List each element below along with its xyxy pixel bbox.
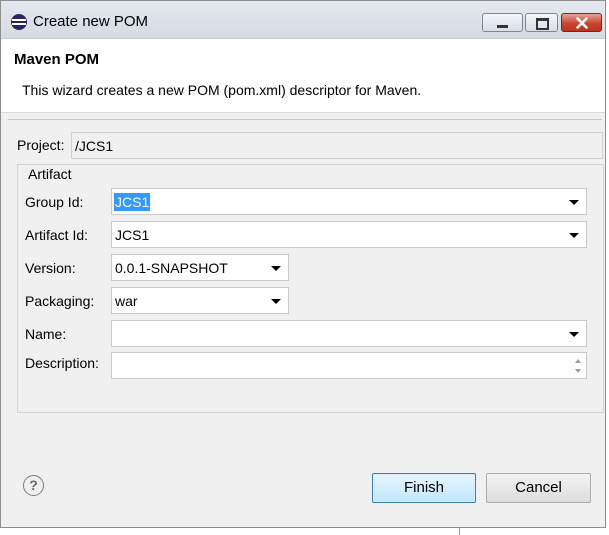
version-label: Version: xyxy=(25,260,76,276)
chevron-down-icon[interactable] xyxy=(569,200,579,205)
artifact-id-value: JCS1 xyxy=(115,227,150,243)
close-icon xyxy=(576,17,588,29)
maximize-button[interactable] xyxy=(525,13,558,32)
close-button[interactable] xyxy=(561,13,602,32)
name-combo[interactable] xyxy=(111,320,587,347)
wizard-description: This wizard creates a new POM (pom.xml) … xyxy=(22,82,422,98)
wizard-title: Maven POM xyxy=(14,51,100,68)
packaging-combo[interactable]: war xyxy=(111,287,289,314)
description-textarea[interactable] xyxy=(111,352,587,379)
chevron-down-icon[interactable] xyxy=(271,299,281,304)
background-artifact xyxy=(459,528,460,535)
finish-button[interactable]: Finish xyxy=(372,473,476,503)
minimize-button[interactable] xyxy=(482,13,523,32)
project-label: Project: xyxy=(17,137,65,153)
artifact-id-combo[interactable]: JCS1 xyxy=(111,221,587,248)
cancel-button[interactable]: Cancel xyxy=(486,473,591,503)
wizard-header: Maven POM This wizard creates a new POM … xyxy=(1,39,605,113)
group-id-label: Group Id: xyxy=(25,194,84,210)
packaging-label: Packaging: xyxy=(25,293,95,309)
chevron-down-icon[interactable] xyxy=(569,233,579,238)
header-divider xyxy=(8,119,602,120)
group-id-value: JCS1 xyxy=(114,193,151,211)
scroll-up-icon[interactable] xyxy=(575,359,581,363)
group-id-combo[interactable]: JCS1 xyxy=(111,188,587,215)
window-title: Create new POM xyxy=(33,13,149,30)
project-value: /JCS1 xyxy=(75,138,114,154)
version-value: 0.0.1-SNAPSHOT xyxy=(115,260,228,276)
name-label: Name: xyxy=(25,326,67,342)
eclipse-icon xyxy=(11,14,27,30)
question-mark-icon[interactable]: ? xyxy=(23,475,44,496)
title-bar[interactable]: Create new POM xyxy=(1,1,605,39)
artifact-id-label: Artifact Id: xyxy=(25,227,89,243)
create-pom-dialog: Create new POM Maven POM This wizard cre… xyxy=(0,0,606,528)
chevron-down-icon[interactable] xyxy=(271,266,281,271)
version-combo[interactable]: 0.0.1-SNAPSHOT xyxy=(111,254,289,281)
chevron-down-icon[interactable] xyxy=(569,332,579,337)
project-field: /JCS1 xyxy=(71,132,603,159)
description-scroll-arrows[interactable] xyxy=(571,354,585,377)
artifact-group-label: Artifact xyxy=(26,166,74,182)
packaging-value: war xyxy=(115,293,138,309)
description-label: Description: xyxy=(25,355,99,371)
scroll-down-icon[interactable] xyxy=(575,369,581,373)
